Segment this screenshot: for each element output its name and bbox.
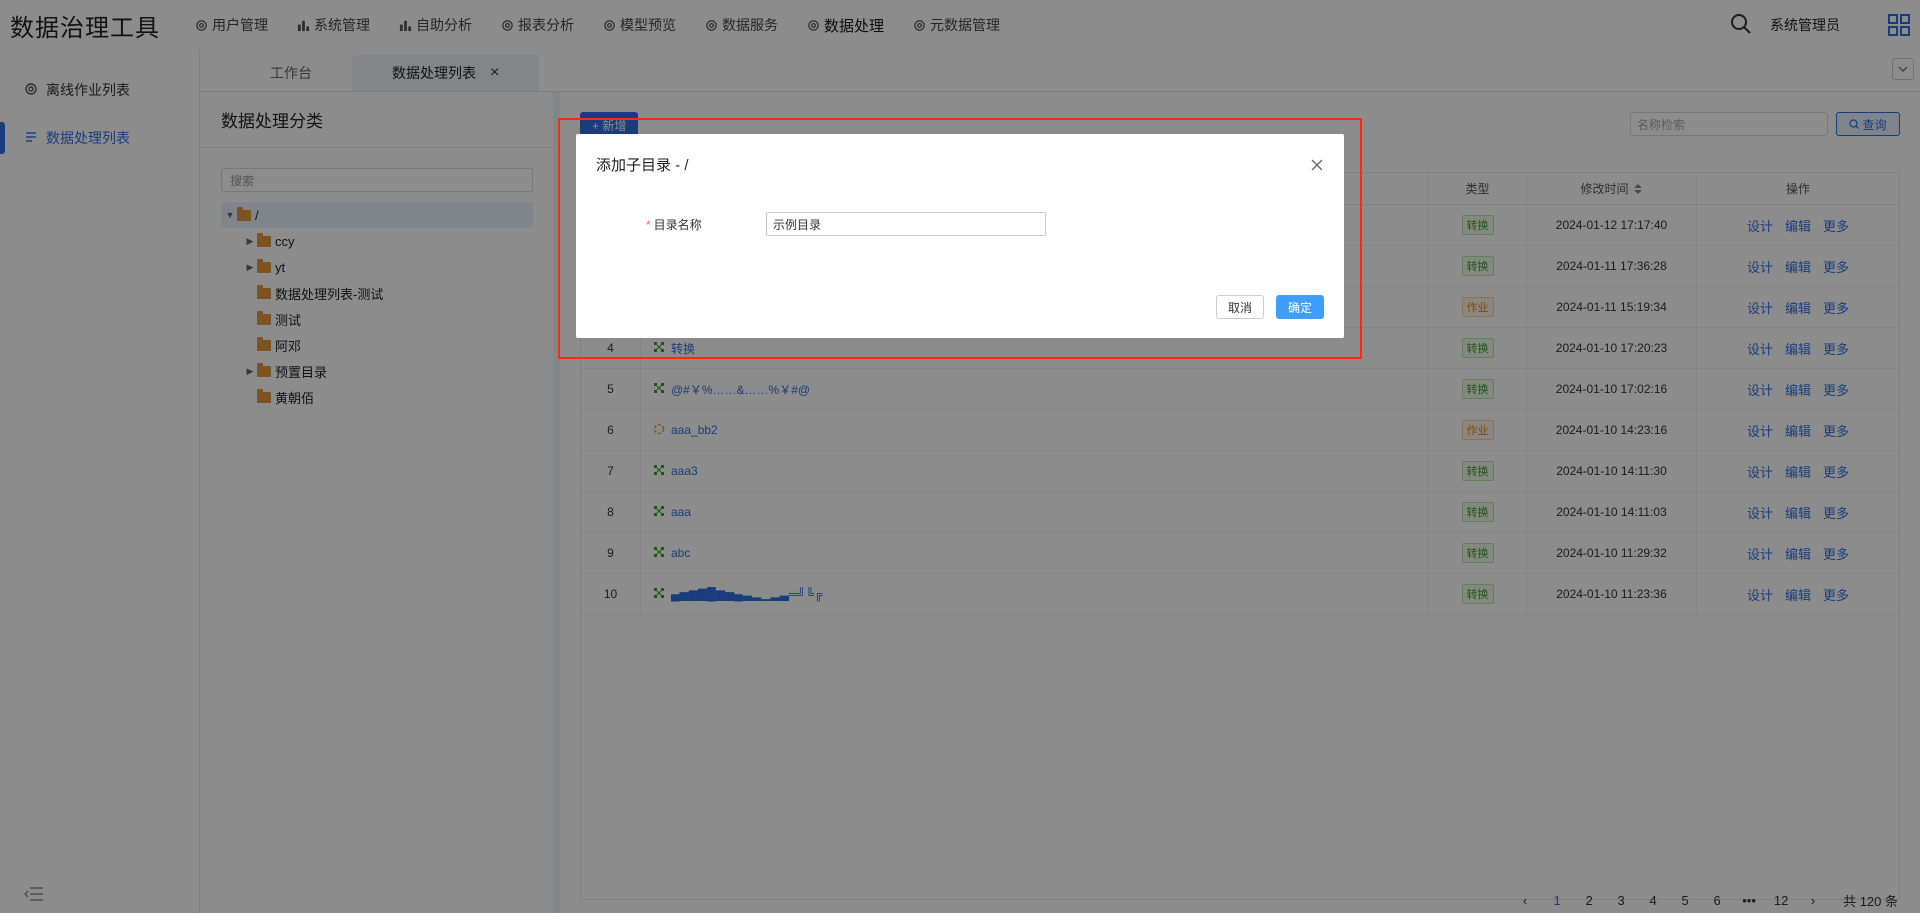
dialog-title: 添加子目录 - / (596, 157, 689, 174)
cancel-button[interactable]: 取消 (1216, 295, 1264, 319)
confirm-button[interactable]: 确定 (1276, 295, 1324, 319)
directory-name-input[interactable] (766, 212, 1046, 236)
directory-name-label: * 目录名称 (646, 216, 766, 233)
close-icon[interactable] (1310, 158, 1324, 172)
add-subdirectory-dialog: 添加子目录 - / *目录名称 取消 确定 (576, 134, 1344, 338)
required-mark: * (646, 217, 651, 232)
field-label-text: 目录名称 (653, 217, 702, 232)
directory-name-row: * 目录名称 (646, 212, 1046, 236)
